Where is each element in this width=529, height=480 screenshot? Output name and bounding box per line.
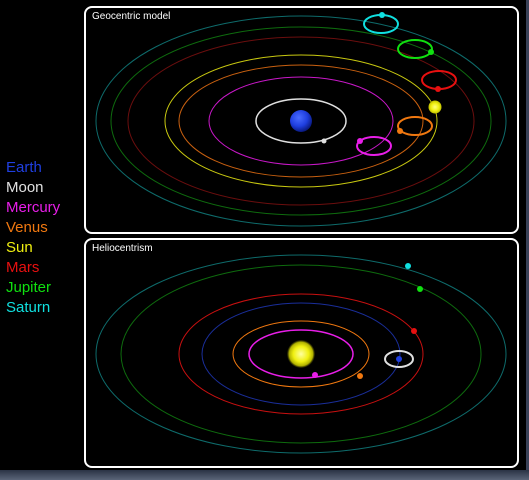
legend-item-earth: Earth [6,159,42,176]
legend-item-sun: Sun [6,239,33,256]
geocentric-title: Geocentric model [92,11,171,22]
venus [397,128,403,134]
window-bottom-strip [0,470,529,480]
heliocentric-diagram [95,254,507,454]
moon [321,138,327,144]
earth [396,356,402,362]
mars [411,328,417,334]
mercury [357,138,363,144]
jupiter [428,49,434,55]
sun [287,340,315,368]
heliocentric-title: Heliocentrism [92,243,153,254]
legend-item-saturn: Saturn [6,299,51,316]
earth [290,110,312,132]
legend-item-jupiter: Jupiter [6,279,52,296]
saturn [379,12,385,18]
legend-item-moon: Moon [6,179,44,196]
mercury [312,372,318,378]
sun [428,100,442,114]
venus-epicycle [397,116,433,136]
solar-system-diagram: Earth Moon Mercury Venus Sun Mars Jupite… [0,0,529,480]
legend-item-mercury: Mercury [6,199,61,216]
geocentric-panel: Geocentric model [84,6,519,234]
jupiter-epicycle [397,39,433,59]
saturn [405,263,411,269]
legend-item-mars: Mars [6,259,40,276]
geocentric-diagram [95,12,507,227]
mars [435,86,441,92]
legend: Earth Moon Mercury Venus Sun Mars Jupite… [6,158,86,318]
legend-item-venus: Venus [6,219,48,236]
jupiter [417,286,423,292]
venus [357,373,363,379]
heliocentric-panel: Heliocentrism [84,238,519,468]
